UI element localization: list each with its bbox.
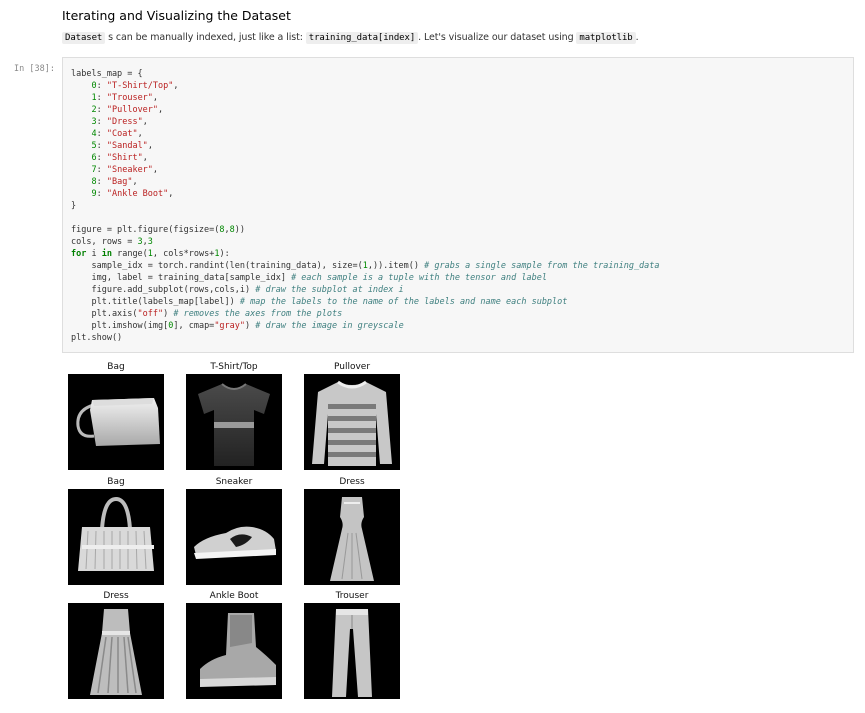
intro-paragraph: Dataset s can be manually indexed, just …: [62, 32, 639, 44]
code-cell-editor[interactable]: labels_map = { 0: "T-Shirt/Top", 1: "Tro…: [62, 57, 854, 353]
labels-map-entries: 0: "T-Shirt/Top", 1: "Trouser", 2: "Pull…: [71, 81, 179, 199]
subplot-title: T-Shirt/Top: [210, 362, 258, 372]
subplot-title: Pullover: [333, 362, 371, 372]
boot-image-icon: [186, 603, 282, 699]
subplot-title: Sneaker: [215, 477, 253, 487]
labels-map-entry: 2: "Pullover",: [91, 105, 164, 115]
paragraph-text: s can be manually indexed, just like a l…: [105, 32, 306, 43]
inline-code-dataset: Dataset: [62, 32, 106, 44]
subplot-title: Dress: [339, 477, 365, 487]
subplot-title: Bag: [107, 477, 125, 487]
dress2-image-icon: [68, 603, 164, 699]
paragraph-text: . Let's visualize our dataset using: [418, 32, 577, 43]
subplot-tile: Bag: [68, 475, 164, 585]
section-heading: Iterating and Visualizing the Dataset: [62, 8, 291, 23]
subplot-tile: Trouser: [304, 589, 400, 699]
labels-map-entry: 6: "Shirt",: [91, 153, 148, 163]
inline-code-index: training_data[index]: [305, 32, 419, 44]
sneaker-image-icon: [186, 489, 282, 585]
subplot-tile: Ankle Boot: [186, 589, 282, 699]
bag-image-icon: [68, 374, 164, 470]
labels-map-entry: 9: "Ankle Boot",: [91, 189, 174, 199]
subplot-tile: Dress: [304, 475, 400, 585]
subplot-tile: Dress: [68, 589, 164, 699]
subplot-title: Trouser: [335, 591, 369, 601]
labels-map-entry: 7: "Sneaker",: [91, 165, 159, 175]
inline-code-matplotlib: matplotlib: [576, 32, 636, 44]
labels-map-entry: 8: "Bag",: [91, 177, 138, 187]
labels-map-entry: 1: "Trouser",: [91, 93, 159, 103]
labels-map-entry: 5: "Sandal",: [91, 141, 153, 151]
subplot-tile: Sneaker: [186, 475, 282, 585]
labels-map-entry: 0: "T-Shirt/Top",: [91, 81, 179, 91]
paragraph-text: .: [635, 32, 639, 43]
subplot-tile: Pullover: [304, 360, 400, 470]
cell-output: Bag T-Shirt/Top Pullover Bag Sneaker Dress Dre…: [62, 360, 412, 710]
handbag-image-icon: [68, 489, 164, 585]
pullover-image-icon: [304, 374, 400, 470]
labels-map-entry: 4: "Coat",: [91, 129, 143, 139]
dress-image-icon: [304, 489, 400, 585]
labels-map-entry: 3: "Dress",: [91, 117, 148, 127]
tshirt-image-icon: [186, 374, 282, 470]
cell-prompt: In [38]:: [14, 64, 55, 74]
subplot-tile: T-Shirt/Top: [186, 360, 282, 470]
code-text[interactable]: labels_map = { 0: "T-Shirt/Top", 1: "Tro…: [71, 68, 660, 344]
subplot-tile: Bag: [68, 360, 164, 470]
subplot-title: Bag: [107, 362, 125, 372]
subplot-title: Ankle Boot: [209, 591, 259, 601]
subplot-title: Dress: [103, 591, 129, 601]
trouser-image-icon: [304, 603, 400, 699]
